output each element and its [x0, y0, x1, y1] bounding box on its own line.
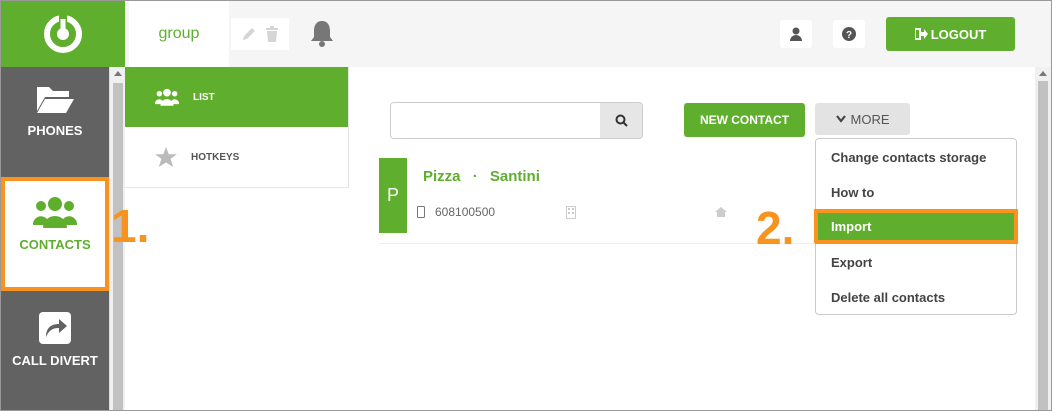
- more-button[interactable]: MORE: [815, 103, 910, 135]
- app-logo[interactable]: [1, 1, 125, 67]
- step-1-annotation: 1.: [111, 200, 150, 252]
- search-input[interactable]: [391, 103, 601, 138]
- main-nav: PHONES CONTACTS CALL DIVERT: [1, 67, 109, 410]
- nav-label-phones: PHONES: [27, 123, 83, 138]
- question-circle-icon: ?: [842, 27, 856, 41]
- search-icon: [615, 114, 628, 127]
- contacts-submenu: LIST HOTKEYS: [125, 67, 349, 188]
- contact-phone-number[interactable]: 608100500: [435, 205, 495, 219]
- users-icon: [155, 88, 179, 106]
- more-label: MORE: [850, 111, 890, 127]
- nav-item-call-divert[interactable]: CALL DIVERT: [1, 303, 109, 403]
- scroll-up-arrow-icon[interactable]: [1039, 71, 1047, 76]
- menu-item-export[interactable]: Export: [816, 245, 1016, 280]
- menu-item-how-to[interactable]: How to: [816, 175, 1016, 210]
- menu-item-change-storage[interactable]: Change contacts storage: [816, 140, 1016, 175]
- top-bar: group ? LOGOUT: [125, 1, 1051, 67]
- user-profile-button[interactable]: [780, 20, 812, 48]
- menu-item-delete-all[interactable]: Delete all contacts: [816, 280, 1016, 315]
- submenu-label-hotkeys: HOTKEYS: [191, 151, 240, 163]
- help-button[interactable]: ?: [833, 20, 865, 48]
- svg-text:?: ?: [846, 30, 852, 41]
- home-icon: [715, 207, 727, 217]
- group-tools: [231, 18, 289, 50]
- name-separator: ·: [472, 168, 478, 185]
- nav-item-phones[interactable]: PHONES: [1, 83, 109, 173]
- star-icon: [155, 147, 177, 167]
- users-icon: [33, 197, 77, 228]
- logout-button[interactable]: LOGOUT: [886, 17, 1015, 51]
- contact-last-name: Santini: [489, 168, 540, 185]
- pencil-icon[interactable]: [241, 26, 257, 42]
- new-contact-button[interactable]: NEW CONTACT: [684, 103, 805, 137]
- logout-label: LOGOUT: [930, 26, 987, 42]
- step-2-annotation: 2.: [756, 202, 795, 254]
- bell-icon[interactable]: [309, 19, 335, 47]
- office-phone-icon: [566, 206, 576, 219]
- scroll-up-arrow-icon[interactable]: [114, 71, 122, 76]
- menu-item-import[interactable]: Import: [814, 209, 1018, 244]
- group-tab[interactable]: group: [129, 1, 229, 67]
- user-icon: [790, 27, 802, 41]
- trash-icon[interactable]: [265, 26, 279, 42]
- nav-label-call-divert: CALL DIVERT: [12, 353, 98, 368]
- nav-item-contacts[interactable]: CONTACTS: [1, 177, 109, 291]
- mobile-phone-icon: [417, 206, 425, 218]
- contact-phone-row: 608100500: [417, 205, 495, 219]
- submenu-label-list: LIST: [193, 91, 215, 103]
- nav-label-contacts: CONTACTS: [19, 237, 91, 252]
- submenu-item-list[interactable]: LIST: [125, 67, 348, 127]
- submenu-item-hotkeys[interactable]: HOTKEYS: [125, 127, 348, 187]
- app-window: PHONES CONTACTS CALL DIVERT group ? LOGO…: [0, 0, 1052, 411]
- contact-avatar: P: [379, 158, 407, 233]
- scrollbar-thumb[interactable]: [1038, 81, 1048, 410]
- sign-out-icon: [914, 28, 928, 40]
- search-button[interactable]: [600, 103, 642, 138]
- folder-open-icon: [37, 87, 74, 113]
- contact-name[interactable]: Pizza · Santini: [423, 168, 548, 185]
- logo-icon: [44, 13, 82, 53]
- chevron-down-icon: [835, 115, 846, 123]
- contact-card[interactable]: P Pizza · Santini 608100500: [379, 158, 819, 233]
- contact-first-name: Pizza: [423, 168, 461, 185]
- search-box: [390, 102, 643, 139]
- share-arrow-icon: [39, 312, 71, 344]
- main-scrollbar[interactable]: [1035, 67, 1051, 410]
- contact-divider: [379, 243, 815, 244]
- more-dropdown-menu: Change contacts storage How to Import Ex…: [814, 138, 1018, 315]
